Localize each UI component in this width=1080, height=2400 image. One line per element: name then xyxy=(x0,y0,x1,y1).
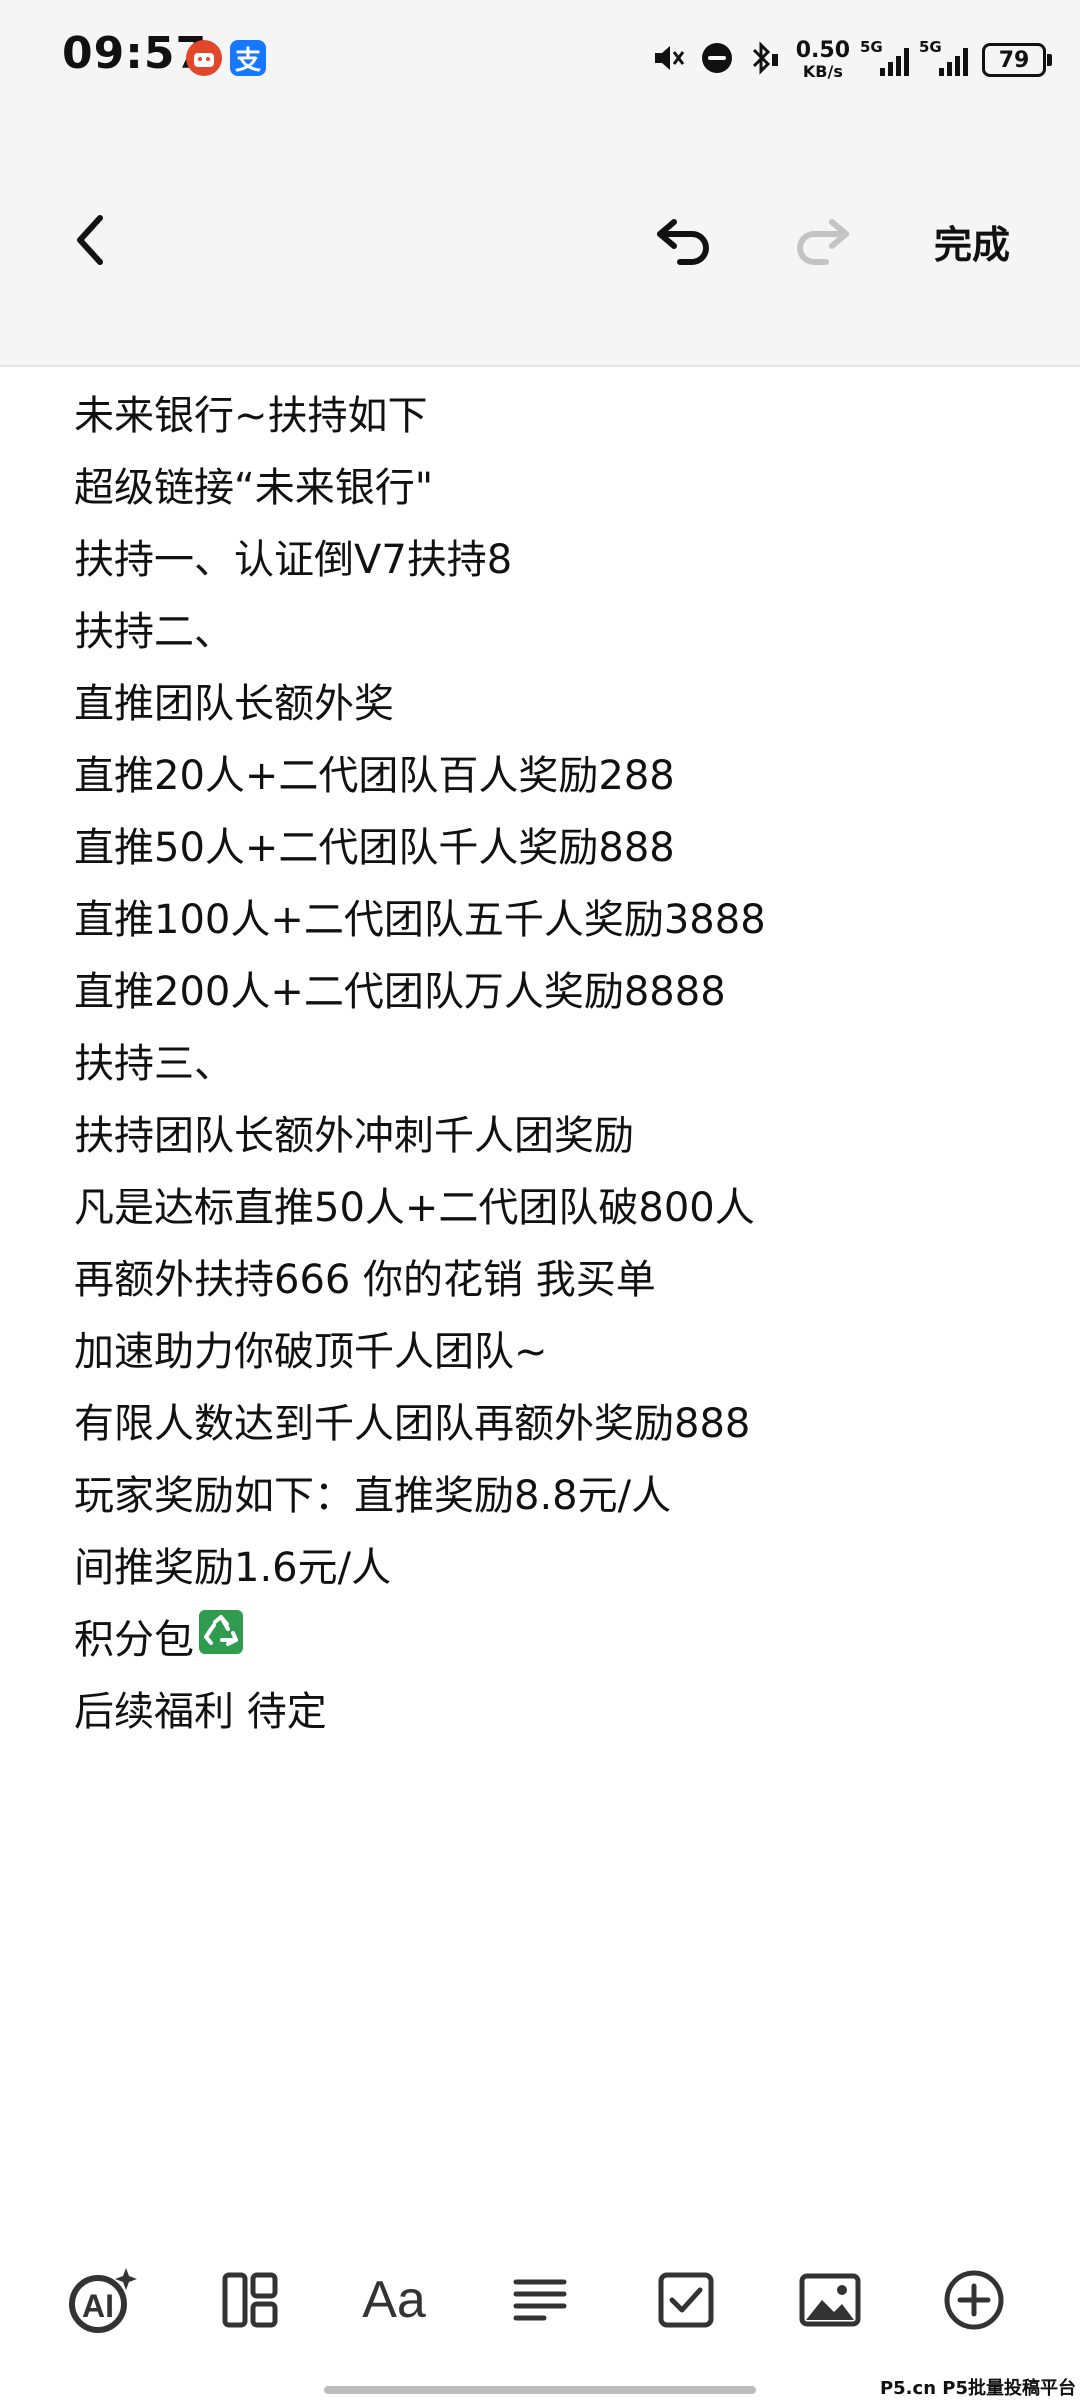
note-line[interactable]: 间推奖励1.6元/人 xyxy=(74,1532,1014,1604)
note-line[interactable]: 直推100人+二代团队五千人奖励3888 xyxy=(74,884,1014,956)
note-line[interactable]: 直推团队长额外奖 xyxy=(74,668,1014,740)
image-button[interactable] xyxy=(792,2262,868,2338)
done-button[interactable]: 完成 xyxy=(934,208,1010,274)
checklist-button[interactable] xyxy=(648,2262,724,2338)
text-format-icon: Aa xyxy=(362,2271,426,2329)
back-button[interactable] xyxy=(60,200,120,280)
note-line[interactable]: 扶持三、 xyxy=(74,1028,1014,1100)
alipay-icon: 支 xyxy=(230,40,266,76)
note-line[interactable]: 玩家奖励如下：直推奖励8.8元/人 xyxy=(74,1460,1014,1532)
note-line[interactable]: 凡是达标直推50人+二代团队破800人 xyxy=(74,1172,1014,1244)
redo-button[interactable] xyxy=(786,200,858,280)
align-icon xyxy=(513,2279,567,2321)
note-line[interactable]: 直推200人+二代团队万人奖励8888 xyxy=(74,956,1014,1028)
recycle-icon xyxy=(198,1606,244,1678)
layout-button[interactable] xyxy=(212,2262,288,2338)
note-line[interactable]: 有限人数达到千人团队再额外奖励888 xyxy=(74,1388,1014,1460)
note-line[interactable]: 加速助力你破顶千人团队~ xyxy=(74,1316,1014,1388)
battery-icon: 79 xyxy=(982,43,1052,77)
svg-text:AI: AI xyxy=(82,2288,114,2324)
status-bar: 09:57 支 0.50 KB/s 5G 5G 79 xyxy=(0,0,1080,120)
undo-icon xyxy=(657,219,709,265)
note-line[interactable]: 超级链接“未来银行" xyxy=(74,452,1014,524)
note-line[interactable]: 扶持二、 xyxy=(74,596,1014,668)
chevron-left-icon xyxy=(77,215,103,265)
bluetooth-icon xyxy=(748,40,782,80)
note-line[interactable]: 未来银行~扶持如下 xyxy=(74,380,1014,452)
redo-icon xyxy=(797,219,849,265)
note-line[interactable]: 后续福利 待定 xyxy=(74,1676,1014,1748)
home-indicator[interactable] xyxy=(324,2386,756,2394)
status-time: 09:57 xyxy=(62,28,208,79)
checkbox-icon xyxy=(658,2272,714,2328)
watermark: P5.cn P5批量投稿平台 xyxy=(879,2378,1076,2399)
app-red-icon xyxy=(186,40,222,76)
note-line[interactable]: 再额外扶持666 你的花销 我买单 xyxy=(74,1244,1014,1316)
signal-icon: 5G xyxy=(860,38,909,76)
mute-icon xyxy=(650,40,686,80)
align-button[interactable] xyxy=(502,2262,578,2338)
image-icon xyxy=(799,2273,861,2327)
ai-icon: AI xyxy=(69,2268,137,2333)
do-not-disturb-icon xyxy=(700,41,734,79)
note-line[interactable]: 扶持一、认证倒V7扶持8 xyxy=(74,524,1014,596)
note-line[interactable]: 直推50人+二代团队千人奖励888 xyxy=(74,812,1014,884)
text-format-button[interactable]: Aa xyxy=(356,2262,432,2338)
note-line[interactable]: 直推20人+二代团队百人奖励288 xyxy=(74,740,1014,812)
layout-icon xyxy=(222,2272,278,2328)
note-line[interactable]: 积分包 xyxy=(74,1604,1014,1676)
note-line[interactable]: 扶持团队长额外冲刺千人团奖励 xyxy=(74,1100,1014,1172)
status-icons: 0.50 KB/s 5G 5G 79 xyxy=(650,34,1052,86)
net-speed: 0.50 KB/s xyxy=(795,38,850,81)
editor-toolbar: 完成 xyxy=(0,120,1080,367)
add-icon xyxy=(944,2270,1004,2330)
ai-button[interactable]: AI xyxy=(64,2262,140,2338)
bottom-toolbar: AI Aa xyxy=(0,2250,1080,2350)
add-button[interactable] xyxy=(936,2262,1012,2338)
note-content[interactable]: 未来银行~扶持如下 超级链接“未来银行" 扶持一、认证倒V7扶持8 扶持二、 直推团队长… xyxy=(74,380,1014,1748)
undo-button[interactable] xyxy=(648,200,720,280)
signal-icon-2: 5G xyxy=(919,38,968,76)
